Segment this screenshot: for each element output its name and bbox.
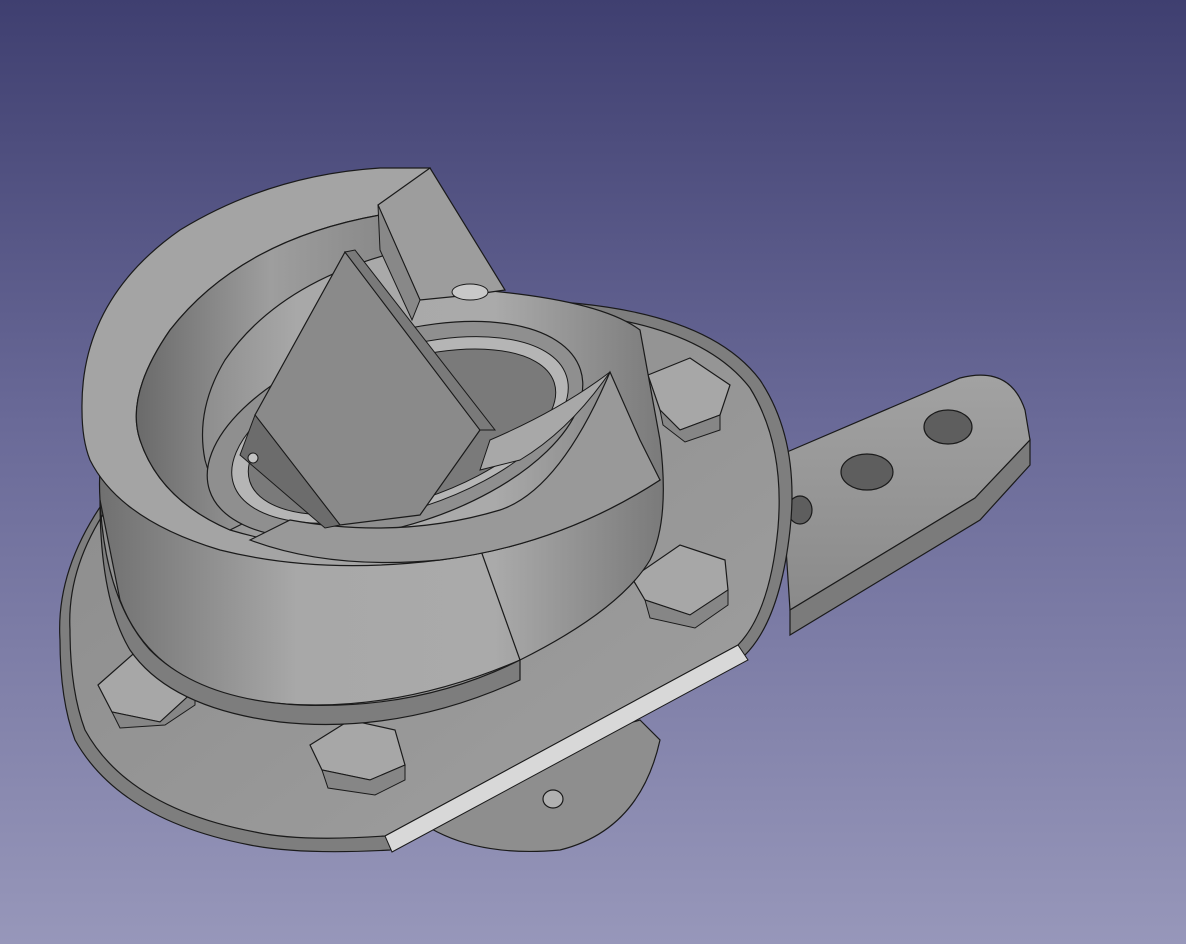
arm-hole-1 [923,409,973,445]
side-arm [779,374,1031,637]
small-pin [451,283,489,301]
cad-model-view[interactable] [0,0,1186,944]
blade-screw [247,452,259,464]
3d-viewport[interactable] [0,0,1186,944]
arm-hole-2 [840,453,894,491]
